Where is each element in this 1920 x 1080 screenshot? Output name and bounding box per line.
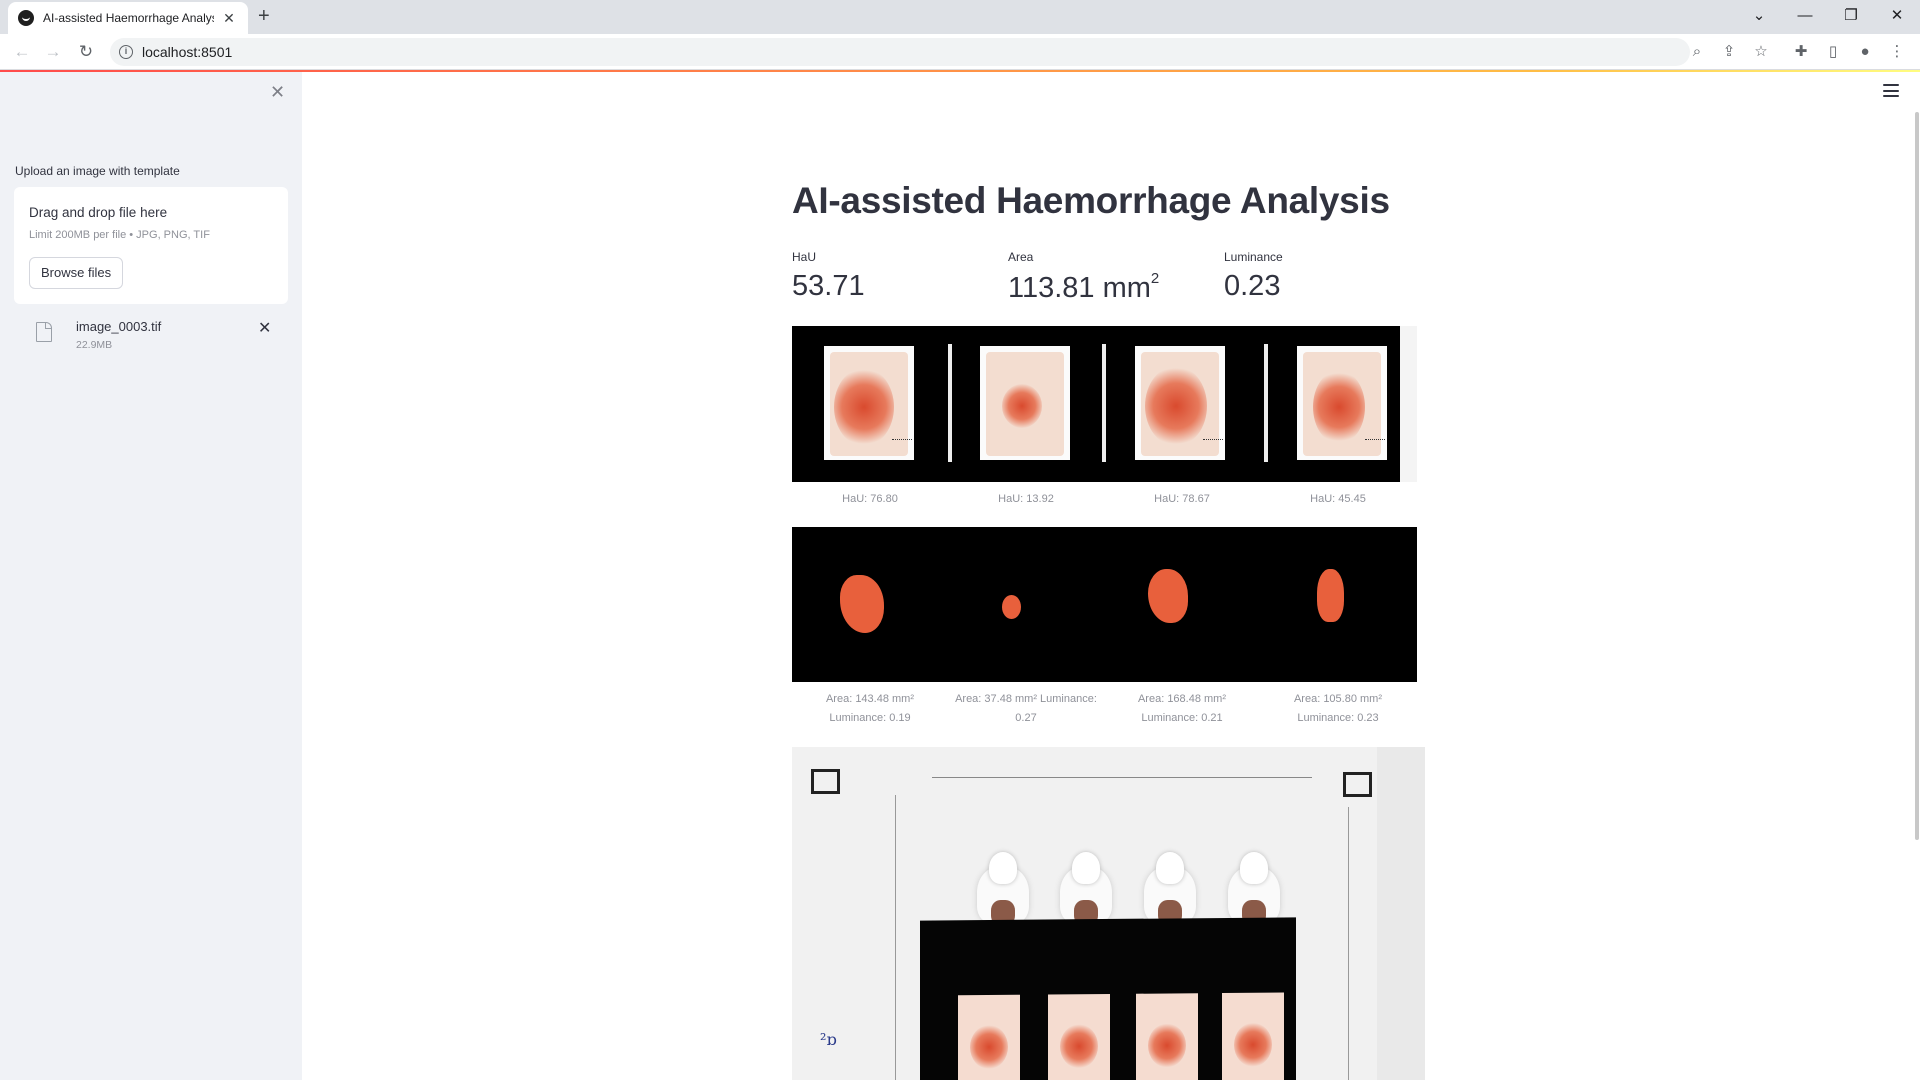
wound-crop <box>824 346 914 460</box>
cropped-wounds-image <box>792 326 1417 482</box>
hau-caption: HaU: 45.45 <box>1310 493 1366 505</box>
segmentation-mask-image <box>792 527 1417 682</box>
mouse <box>1224 852 1284 927</box>
wound-crop <box>980 346 1070 460</box>
mouse <box>1056 852 1116 927</box>
template-marker <box>1343 772 1372 797</box>
profile-avatar-icon[interactable]: ● <box>1854 42 1876 62</box>
wound-crop <box>1297 346 1387 460</box>
share-icon[interactable]: ⇪ <box>1718 42 1740 62</box>
side-panel-icon[interactable]: ▯ <box>1822 42 1844 62</box>
mouse <box>973 852 1033 927</box>
minimize-icon[interactable]: — <box>1782 4 1828 28</box>
metric-value: 0.23 <box>1224 270 1281 302</box>
browser-tab[interactable]: AI-assisted Haemorrhage Analysis ✕ <box>8 2 248 34</box>
bookmark-star-icon[interactable]: ☆ <box>1750 42 1772 62</box>
tab-title: AI-assisted Haemorrhage Analysis <box>43 11 214 25</box>
file-name: image_0003.tif <box>76 319 162 334</box>
browser-tab-bar: AI-assisted Haemorrhage Analysis ✕ + ⌄ —… <box>0 0 1920 34</box>
hau-caption: HaU: 13.92 <box>998 493 1054 505</box>
close-window-icon[interactable]: ✕ <box>1874 4 1920 28</box>
dropzone-title: Drag and drop file here <box>29 205 168 220</box>
metric-value: 53.71 <box>792 270 865 302</box>
file-icon <box>36 322 52 342</box>
area-caption: Area: 37.48 mm² Luminance: 0.27 <box>955 693 1097 724</box>
metric-label: Area <box>1008 250 1034 264</box>
browse-files-button[interactable]: Browse files <box>29 257 124 289</box>
area-caption: Area: 143.48 mm² Luminance: 0.19 <box>825 693 915 724</box>
mask-blob <box>1317 569 1344 622</box>
metric-label: HaU <box>792 250 817 264</box>
upload-label: Upload an image with template <box>15 164 180 178</box>
hau-caption: HaU: 78.67 <box>1154 493 1210 505</box>
area-caption: Area: 105.80 mm² Luminance: 0.23 <box>1293 693 1383 724</box>
file-dropzone[interactable]: Drag and drop file here Limit 200MB per … <box>14 187 288 304</box>
mouse <box>1140 852 1200 927</box>
tab-search-chevron-icon[interactable]: ⌄ <box>1736 4 1782 28</box>
restore-icon[interactable]: ❐ <box>1828 4 1874 28</box>
hau-caption: HaU: 76.80 <box>842 493 898 505</box>
new-tab-icon[interactable]: + <box>258 6 270 26</box>
zoom-icon[interactable]: ⌕ <box>1686 42 1708 62</box>
metric-area: Area 113.81 mm2 <box>1008 250 1159 305</box>
uploaded-file-row: image_0003.tif 22.9MB ✕ <box>14 312 288 362</box>
sidebar: ✕ Upload an image with template Drag and… <box>0 72 302 1080</box>
browser-menu-icon[interactable]: ⋮ <box>1886 42 1908 62</box>
template-marker <box>811 769 840 794</box>
metric-label: Luminance <box>1224 250 1283 264</box>
page-title: AI-assisted Haemorrhage Analysis <box>792 180 1390 221</box>
back-icon[interactable]: ← <box>10 41 34 63</box>
streamlit-favicon-icon <box>18 10 34 26</box>
extensions-icon[interactable]: ✚ <box>1790 42 1812 62</box>
mask-blob <box>1148 569 1188 623</box>
remove-file-icon[interactable]: ✕ <box>258 318 271 338</box>
black-template-frame <box>920 917 1296 1080</box>
metric-hau: HaU 53.71 <box>792 250 865 303</box>
mask-blob <box>1002 595 1021 619</box>
reload-icon[interactable]: ↻ <box>74 41 98 63</box>
metric-value: 113.81 mm2 <box>1008 270 1160 304</box>
wound-crop <box>1135 346 1225 460</box>
url-text: localhost:8501 <box>142 44 233 60</box>
scrollbar[interactable] <box>1915 112 1919 840</box>
metric-luminance: Luminance 0.23 <box>1224 250 1283 303</box>
sidebar-close-icon[interactable]: ✕ <box>270 82 285 103</box>
area-caption: Area: 168.48 mm² Luminance: 0.21 <box>1137 693 1227 724</box>
app-menu-icon[interactable] <box>1883 84 1899 101</box>
handwritten-mark: ²ɒ <box>820 1030 837 1049</box>
dropzone-limit: Limit 200MB per file • JPG, PNG, TIF <box>29 229 210 241</box>
site-info-icon[interactable]: i <box>119 45 133 59</box>
file-size: 22.9MB <box>76 339 113 351</box>
address-bar[interactable]: i localhost:8501 <box>110 38 1690 66</box>
original-template-photo: ²ɒ <box>792 747 1425 1080</box>
mask-blob <box>840 575 884 633</box>
forward-icon[interactable]: → <box>41 41 65 63</box>
main-content: AI-assisted Haemorrhage Analysis HaU 53.… <box>302 72 1920 1080</box>
browser-toolbar: ← → ↻ i localhost:8501 ⌕ ⇪ ☆ ✚ ▯ ● ⋮ <box>0 34 1920 70</box>
tab-close-icon[interactable]: ✕ <box>220 10 238 27</box>
